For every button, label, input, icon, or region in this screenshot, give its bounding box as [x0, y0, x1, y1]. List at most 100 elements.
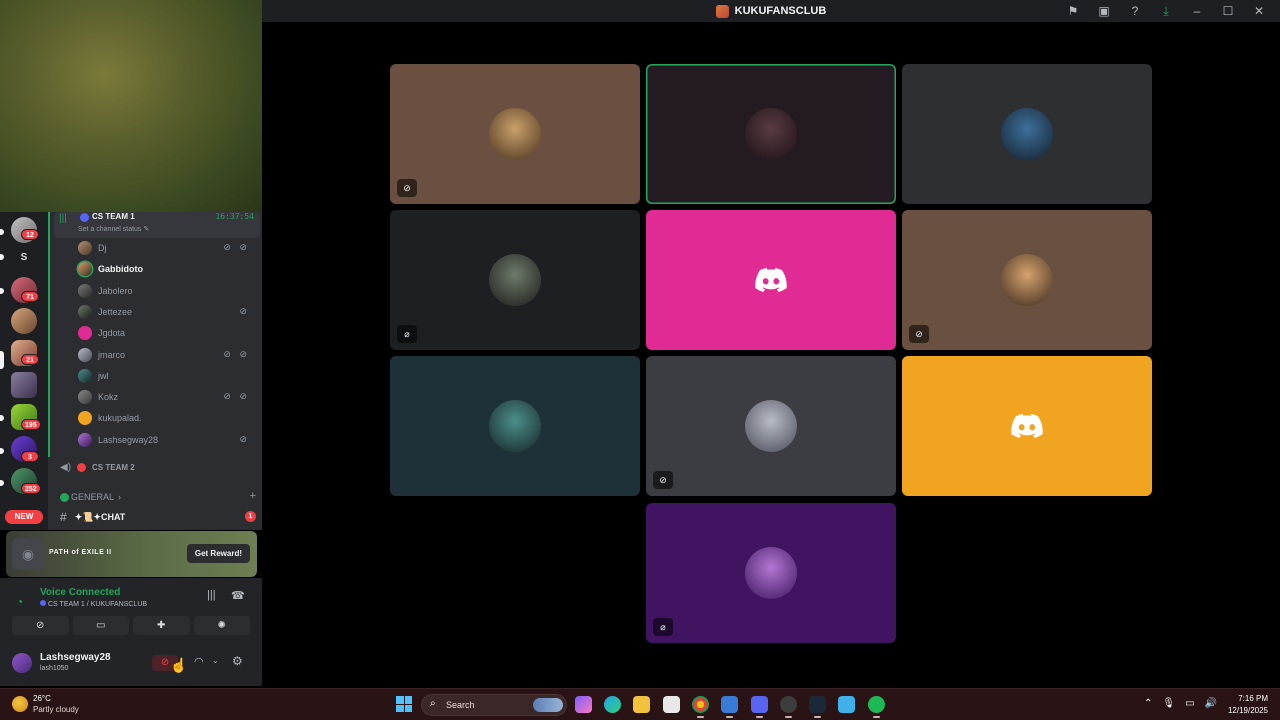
hash-icon: # — [60, 510, 67, 524]
server-icon[interactable] — [11, 372, 37, 398]
mute-icon: ⊘ — [239, 434, 250, 444]
video-tile[interactable]: ⊘ — [646, 356, 896, 496]
close-icon[interactable]: ✕ — [1252, 4, 1266, 18]
voice-member[interactable]: Lashsegway28 ⊘ — [78, 431, 254, 449]
avatar — [78, 390, 92, 404]
voice-member[interactable]: Gabbidoto — [78, 260, 254, 278]
member-name: Dj — [98, 243, 107, 253]
member-name: jmarco — [98, 350, 126, 360]
system-tray: ⌃ 🎙 ▭ 🔊 — [1144, 698, 1217, 709]
maximize-icon[interactable]: ☐ — [1221, 4, 1235, 18]
signal-icon[interactable]: ◔ — [16, 595, 23, 609]
voice-member[interactable]: Jgdota — [78, 324, 254, 342]
video-tile[interactable]: ⌀ — [390, 210, 640, 350]
video-tile[interactable] — [646, 64, 896, 204]
voice-member[interactable]: Jabolero — [78, 282, 254, 300]
mention-badge: 195 — [21, 419, 41, 430]
server-title: KUKUFANSCLUB — [715, 4, 827, 18]
edge-icon[interactable] — [604, 696, 621, 713]
video-tile[interactable] — [902, 64, 1152, 204]
member-name: Jettezee — [98, 307, 133, 317]
notepad-icon[interactable] — [838, 696, 855, 713]
deafened-icon: ⊘ — [397, 179, 417, 197]
voice-channel-cs-team-2[interactable]: ◀) CS TEAM 2 — [60, 460, 135, 474]
windows-start-icon[interactable] — [396, 696, 412, 712]
voice-member[interactable]: kukupalad. — [78, 409, 254, 427]
mention-badge: 71 — [21, 291, 39, 302]
steam-icon[interactable] — [809, 696, 826, 718]
user-display-name[interactable]: Lashsegway28 — [40, 652, 111, 663]
video-tile[interactable]: ⊘ — [390, 64, 640, 204]
server-letter-icon[interactable]: S — [11, 244, 37, 270]
unread-badge: 1 — [245, 511, 256, 522]
screen-share-button[interactable]: ▭ — [72, 616, 129, 635]
video-tile[interactable]: ⌀ — [646, 503, 896, 643]
channel-status-input[interactable]: Set a channel status ✎ — [78, 225, 149, 233]
noise-suppression-icon[interactable]: ||| — [207, 589, 216, 601]
voice-member[interactable]: jmarco ⊘ ⊘ — [78, 346, 254, 364]
video-tile[interactable]: ⊘ — [902, 210, 1152, 350]
network-icon[interactable]: ▭ — [1185, 698, 1194, 709]
store-icon[interactable] — [663, 696, 680, 713]
spotify-icon[interactable] — [868, 696, 885, 718]
create-channel-icon[interactable]: + — [250, 490, 256, 502]
volume-icon[interactable]: 🔊 — [1205, 698, 1217, 709]
server-title-text: KUKUFANSCLUB — [734, 5, 827, 17]
voice-path[interactable]: CS TEAM 1 / KUKUFANSCLUB — [40, 600, 147, 608]
voice-member[interactable]: Kokz ⊘ ⊘ — [78, 388, 254, 406]
category-general[interactable]: GENERAL › + — [60, 490, 256, 503]
titlebar-actions: ⚑ ▣ ? ⤓ – ☐ ✕ — [1066, 0, 1266, 22]
new-unreads-pill[interactable]: NEW — [5, 510, 43, 524]
help-icon[interactable]: ? — [1128, 4, 1142, 18]
screen-icon[interactable]: ▣ — [1097, 4, 1111, 18]
avatar — [78, 305, 92, 319]
mention-badge: 21 — [21, 354, 39, 365]
server-icon[interactable] — [11, 308, 37, 334]
channel-list: ||| CS TEAM 1 16:37:54 Set a channel sta… — [48, 212, 262, 530]
activities-button[interactable]: ✚ — [133, 616, 190, 635]
github-icon[interactable] — [780, 696, 797, 718]
participant-avatar — [1001, 254, 1053, 306]
soundboard-icon: ✺ — [217, 620, 226, 631]
user-avatar[interactable] — [12, 653, 32, 673]
get-reward-button[interactable]: Get Reward! — [186, 544, 250, 563]
clock[interactable]: 7:16 PM 12/19/2025 — [1228, 693, 1268, 717]
taskbar-search[interactable]: ⌕ Search — [421, 694, 567, 716]
soundboard-button[interactable]: ✺ — [193, 616, 250, 635]
flag-icon[interactable]: ⚑ — [1066, 4, 1080, 18]
video-tile[interactable] — [390, 356, 640, 496]
search-highlight-image — [533, 698, 563, 712]
chrome-icon[interactable] — [692, 696, 709, 718]
voice-member[interactable]: Dj ⊘ ⊘ — [78, 239, 254, 257]
category-name: GENERAL — [71, 492, 115, 502]
voice-member[interactable]: jwl — [78, 367, 254, 385]
chevron-down-icon[interactable]: ⌄ — [212, 656, 219, 665]
voice-timer: 16:37:54 — [215, 212, 254, 221]
text-channel-chat[interactable]: # ✦📜✦CHAT 1 — [60, 510, 256, 524]
voice-channel-cs-team-1[interactable]: ||| CS TEAM 1 16:37:54 Set a channel sta… — [54, 212, 260, 238]
avatar — [78, 348, 92, 362]
voice-member[interactable]: Jettezee ⊘ — [78, 303, 254, 321]
weather-condition: Partly cloudy — [33, 705, 79, 714]
popout-video-preview[interactable] — [0, 0, 262, 212]
microphone-icon[interactable]: 🎙 — [1162, 698, 1175, 709]
deafened-icon: ⊘ — [653, 471, 673, 489]
unread-pill — [0, 448, 4, 454]
video-tile[interactable] — [902, 356, 1152, 496]
participant-avatar — [745, 108, 797, 160]
muted-mic-icon: ⌀ — [653, 618, 673, 636]
copilot-icon[interactable] — [575, 696, 592, 713]
video-tile[interactable] — [646, 210, 896, 350]
disconnect-icon[interactable]: ☎ — [231, 589, 245, 602]
headset-icon[interactable]: ◠ — [194, 655, 204, 668]
chevron-up-icon[interactable]: ⌃ — [1144, 698, 1152, 709]
mail-icon[interactable] — [721, 696, 738, 718]
discord-icon[interactable] — [751, 696, 768, 718]
gear-icon[interactable]: ⚙ — [232, 654, 243, 668]
camera-off-button[interactable]: ⊘ — [12, 616, 69, 635]
minimize-icon[interactable]: – — [1190, 4, 1204, 18]
voice-connected-label[interactable]: Voice Connected — [40, 587, 120, 598]
download-icon[interactable]: ⤓ — [1159, 4, 1173, 19]
promo-banner[interactable]: ◉ PATH of EXILE II Get Reward! — [6, 531, 257, 577]
file-explorer-icon[interactable] — [633, 696, 650, 713]
